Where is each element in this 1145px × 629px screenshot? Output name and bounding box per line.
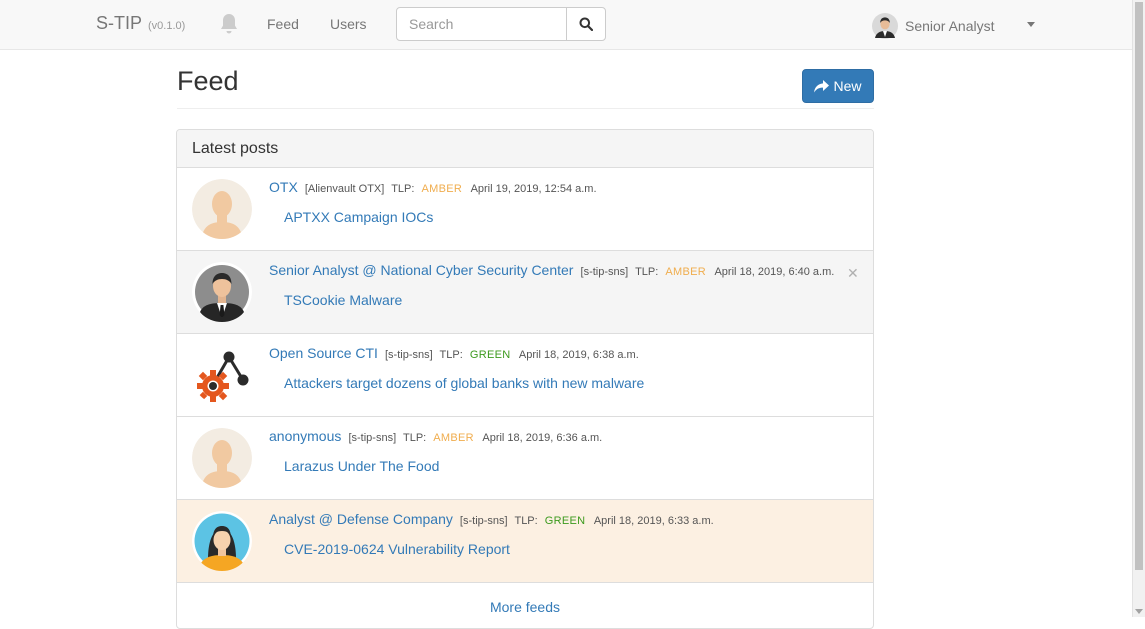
tlp-label: TLP: <box>391 183 415 195</box>
chevron-down-icon[interactable] <box>1027 22 1035 27</box>
scroll-down-arrow-icon[interactable] <box>1135 609 1143 614</box>
brand-version: (v0.1.0) <box>148 20 186 32</box>
user-menu[interactable]: Senior Analyst <box>872 11 995 41</box>
scrollbar-thumb[interactable] <box>1135 2 1143 570</box>
nav-users[interactable]: Users <box>330 16 367 32</box>
post-date: April 18, 2019, 6:36 a.m. <box>482 432 603 444</box>
post-title-link[interactable]: Attackers target dozens of global banks … <box>284 375 644 391</box>
tlp-badge: GREEN <box>544 515 586 527</box>
header-divider <box>177 108 874 109</box>
post-date: April 18, 2019, 6:38 a.m. <box>518 349 639 361</box>
post-title-link[interactable]: CVE-2019-0624 Vulnerability Report <box>284 541 510 557</box>
post-author-link[interactable]: anonymous <box>269 428 341 444</box>
close-icon[interactable]: ✕ <box>847 265 859 282</box>
brand-name[interactable]: S-TIP <box>96 13 142 33</box>
new-button-label: New <box>833 78 862 94</box>
search-form <box>396 7 606 41</box>
post-author-link[interactable]: Senior Analyst @ National Cyber Security… <box>269 262 573 278</box>
post-date: April 19, 2019, 12:54 a.m. <box>470 183 597 195</box>
post-date: April 18, 2019, 6:33 a.m. <box>593 515 714 527</box>
tlp-label: TLP: <box>635 266 659 278</box>
feed-post: anonymous [s-tip-sns] TLP: AMBER April 1… <box>177 417 873 500</box>
feed-post: OTX [Alienvault OTX] TLP: AMBER April 19… <box>177 168 873 251</box>
default-avatar-icon[interactable] <box>192 179 252 239</box>
post-title-link[interactable]: APTXX Campaign IOCs <box>284 209 433 225</box>
post-meta: anonymous [s-tip-sns] TLP: AMBER April 1… <box>269 428 602 444</box>
post-author-link[interactable]: Analyst @ Defense Company <box>269 511 453 527</box>
search-input[interactable] <box>397 8 566 40</box>
latest-posts-panel: Latest posts OTX [Alienvault OTX] TLP: A… <box>176 129 874 629</box>
share-gear-logo-icon[interactable] <box>192 345 252 405</box>
tlp-badge: GREEN <box>469 349 511 361</box>
default-avatar-icon[interactable] <box>192 428 252 488</box>
bell-icon[interactable] <box>218 12 240 36</box>
new-post-button[interactable]: New <box>802 69 874 103</box>
panel-heading: Latest posts <box>177 130 873 168</box>
post-meta: Senior Analyst @ National Cyber Security… <box>269 262 834 278</box>
post-author-link[interactable]: OTX <box>269 179 298 195</box>
post-date: April 18, 2019, 6:40 a.m. <box>714 266 835 278</box>
tlp-label: TLP: <box>403 432 427 444</box>
search-button[interactable] <box>566 8 605 40</box>
post-source: [s-tip-sns] <box>580 266 629 278</box>
post-meta: Analyst @ Defense Company [s-tip-sns] TL… <box>269 511 714 527</box>
post-title-link[interactable]: TSCookie Malware <box>284 292 402 308</box>
woman-avatar-icon[interactable] <box>192 511 252 571</box>
tlp-badge: AMBER <box>421 183 463 195</box>
post-meta: OTX [Alienvault OTX] TLP: AMBER April 19… <box>269 179 597 195</box>
post-source: [s-tip-sns] <box>348 432 397 444</box>
tlp-label: TLP: <box>439 349 463 361</box>
post-source: [s-tip-sns] <box>385 349 433 361</box>
user-name[interactable]: Senior Analyst <box>905 18 995 34</box>
nav-feed[interactable]: Feed <box>267 16 299 32</box>
post-author-link[interactable]: Open Source CTI <box>269 345 378 361</box>
feed-post: Analyst @ Defense Company [s-tip-sns] TL… <box>177 500 873 583</box>
businessman-avatar-icon[interactable] <box>192 262 252 322</box>
post-meta: Open Source CTI [s-tip-sns] TLP: GREEN A… <box>269 345 639 361</box>
post-title-link[interactable]: Larazus Under The Food <box>284 458 439 474</box>
feed-post: Senior Analyst @ National Cyber Security… <box>177 251 873 334</box>
post-source: [s-tip-sns] <box>459 515 508 527</box>
post-source: [Alienvault OTX] <box>304 183 385 195</box>
tlp-badge: AMBER <box>665 266 706 278</box>
brand-logo[interactable]: S-TIP (v0.1.0) <box>96 13 185 34</box>
user-avatar-icon <box>872 13 898 39</box>
scrollbar[interactable] <box>1132 0 1145 617</box>
tlp-badge: AMBER <box>433 432 474 444</box>
page-title: Feed <box>177 66 239 96</box>
navbar: S-TIP (v0.1.0) Feed Users Senior Analyst <box>0 0 1132 50</box>
tlp-label: TLP: <box>514 515 538 527</box>
feed-post: Open Source CTI [s-tip-sns] TLP: GREEN A… <box>177 334 873 417</box>
search-icon <box>579 17 593 31</box>
share-arrow-icon <box>814 79 830 92</box>
more-feeds-link[interactable]: More feeds <box>177 599 873 615</box>
